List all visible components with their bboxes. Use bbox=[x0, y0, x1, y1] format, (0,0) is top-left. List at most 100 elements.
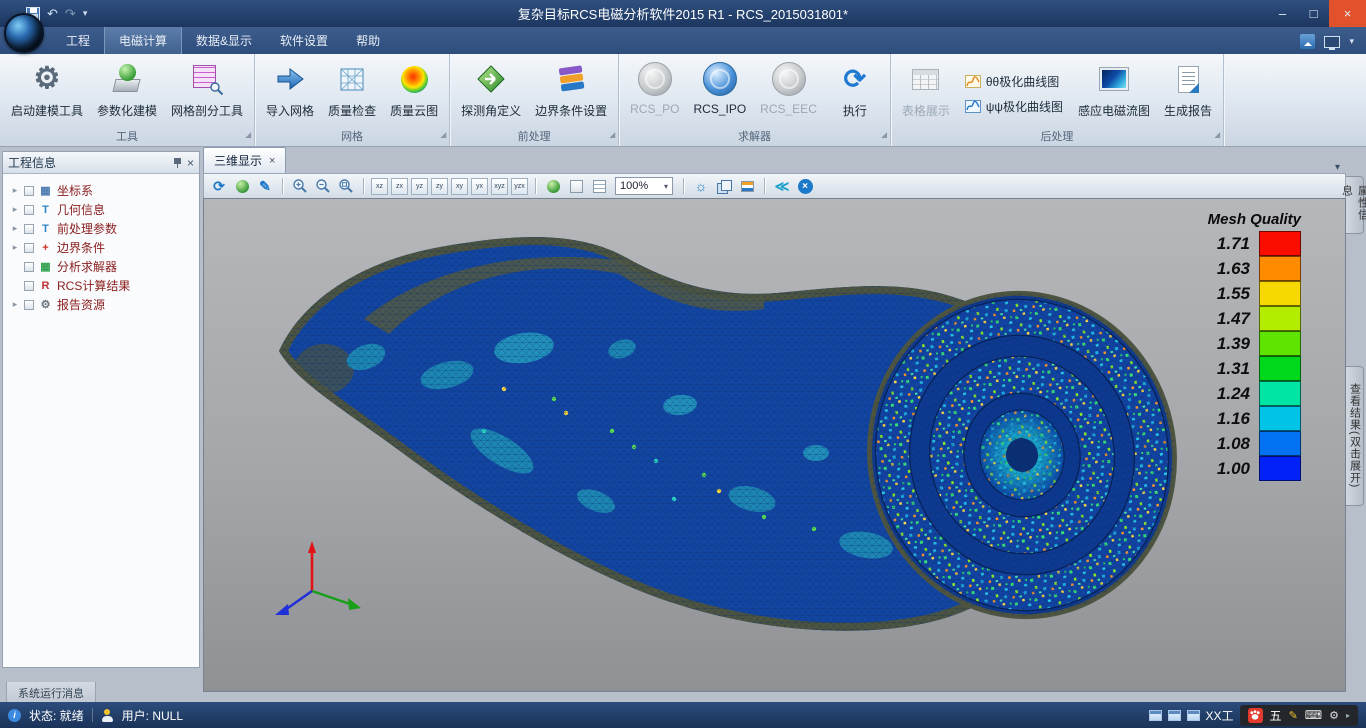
tree-checkbox[interactable] bbox=[24, 205, 34, 215]
chevron-down-icon: ▾ bbox=[664, 182, 668, 191]
expander-icon[interactable]: ▸ bbox=[10, 242, 20, 253]
tree-item-coordinate-system[interactable]: ▸ ▦ 坐标系 bbox=[5, 181, 197, 200]
tab-software-settings[interactable]: 软件设置 bbox=[266, 27, 342, 54]
parametric-modeling-button[interactable]: 参数化建模 bbox=[90, 57, 164, 130]
zoom-window-icon[interactable] bbox=[336, 176, 356, 196]
legend-value: 1.16 bbox=[1217, 409, 1259, 429]
rcs-po-button[interactable]: RCS_PO bbox=[623, 57, 686, 130]
layers-icon[interactable] bbox=[714, 176, 734, 196]
tree-item-rcs-results[interactable]: ▸ R RCS计算结果 bbox=[5, 276, 197, 295]
boundary-condition-button[interactable]: 边界条件设置 bbox=[528, 57, 614, 130]
tab-3d-display[interactable]: 三维显示 × bbox=[203, 147, 286, 173]
tree-item-preprocess-params[interactable]: ▸ T 前处理参数 bbox=[5, 219, 197, 238]
display-icon[interactable] bbox=[1324, 36, 1340, 48]
expander-icon[interactable]: ▸ bbox=[10, 185, 20, 196]
side-tab-view-results[interactable]: 查看结果(双击展开) bbox=[1346, 366, 1364, 506]
detection-angle-button[interactable]: 探测角定义 bbox=[454, 57, 528, 130]
palette-icon[interactable] bbox=[737, 176, 757, 196]
3d-viewport[interactable]: Mesh Quality 1.71 1.63 1.55 1.47 1.39 1.… bbox=[203, 198, 1346, 692]
close-button[interactable]: × bbox=[1329, 0, 1366, 27]
grid-mode-icon[interactable] bbox=[589, 176, 609, 196]
share-icon[interactable]: ≪ bbox=[772, 176, 792, 196]
undo-icon[interactable]: ↶ bbox=[47, 7, 58, 20]
shaded-mode-icon[interactable] bbox=[543, 176, 563, 196]
view-yx-button[interactable]: yx bbox=[471, 178, 488, 195]
rcs-ipo-button[interactable]: RCS_IPO bbox=[686, 57, 753, 130]
mesh-partition-tool-button[interactable]: 网格剖分工具 bbox=[164, 57, 250, 130]
wireframe-mode-icon[interactable] bbox=[566, 176, 586, 196]
tree-item-report-resources[interactable]: ▸ ⚙ 报告资源 bbox=[5, 295, 197, 314]
minimize-button[interactable]: – bbox=[1267, 0, 1298, 27]
tree-checkbox[interactable] bbox=[24, 300, 34, 310]
expander-icon[interactable]: ▸ bbox=[10, 299, 20, 310]
panel-close-icon[interactable]: × bbox=[187, 156, 194, 170]
pencil-icon[interactable]: ✎ bbox=[255, 176, 275, 196]
side-tab-property-info[interactable]: 属性信息 bbox=[1346, 176, 1364, 234]
import-mesh-button[interactable]: 导入网格 bbox=[259, 57, 321, 130]
launch-modeling-tool-button[interactable]: ⚙ 启动建模工具 bbox=[4, 57, 90, 130]
quality-cloud-button[interactable]: 质量云图 bbox=[383, 57, 445, 130]
redo-icon[interactable]: ↷ bbox=[65, 7, 76, 20]
generate-report-button[interactable]: 生成报告 bbox=[1157, 57, 1219, 130]
view-iso2-button[interactable]: yzx bbox=[511, 178, 528, 195]
tree-checkbox[interactable] bbox=[24, 243, 34, 253]
gear-icon[interactable]: ⚙ bbox=[1329, 709, 1339, 722]
dialog-launcher-icon[interactable]: ◢ bbox=[1215, 128, 1220, 143]
dialog-launcher-icon[interactable]: ◢ bbox=[881, 128, 886, 143]
expander-icon[interactable]: ▸ bbox=[10, 204, 20, 215]
ime-expand-icon[interactable]: ▸ bbox=[1346, 711, 1350, 720]
tab-help[interactable]: 帮助 bbox=[342, 27, 394, 54]
tab-close-icon[interactable]: × bbox=[269, 155, 275, 167]
menu-dropdown-icon[interactable]: ▾ bbox=[1349, 36, 1354, 47]
tree-checkbox[interactable] bbox=[24, 186, 34, 196]
maximize-button[interactable]: □ bbox=[1298, 0, 1329, 27]
collapse-ribbon-icon[interactable] bbox=[1300, 34, 1315, 49]
expander-icon[interactable]: ▸ bbox=[10, 223, 20, 234]
orbit-icon[interactable]: ⟳ bbox=[209, 176, 229, 196]
zoom-level-select[interactable]: 100% ▾ bbox=[615, 177, 673, 195]
dialog-launcher-icon[interactable]: ◢ bbox=[246, 128, 251, 143]
keyboard-icon[interactable]: ⌨ bbox=[1305, 708, 1322, 722]
clear-view-icon[interactable]: × bbox=[795, 176, 815, 196]
view-iso1-button[interactable]: xyz bbox=[491, 178, 508, 195]
tree-item-analysis-solver[interactable]: ▸ ▦ 分析求解器 bbox=[5, 257, 197, 276]
pen-icon[interactable]: ✎ bbox=[1289, 709, 1298, 722]
view-xz-button[interactable]: xz bbox=[371, 178, 388, 195]
window-thumb-icon[interactable] bbox=[1168, 710, 1181, 721]
ime-mode-label[interactable]: 五 bbox=[1270, 707, 1282, 724]
theta-polarization-curve-button[interactable]: θθ极化曲线图 bbox=[965, 73, 1063, 90]
zoom-out-icon[interactable] bbox=[313, 176, 333, 196]
dialog-launcher-icon[interactable]: ◢ bbox=[610, 128, 615, 143]
window-thumb-icon[interactable] bbox=[1187, 710, 1200, 721]
view-yz-button[interactable]: yz bbox=[411, 178, 428, 195]
pin-icon[interactable] bbox=[173, 157, 182, 168]
induced-current-map-button[interactable]: 感应电磁流图 bbox=[1071, 57, 1157, 130]
psi-polarization-curve-button[interactable]: ψψ极化曲线图 bbox=[965, 98, 1063, 115]
pan-sphere-icon[interactable] bbox=[232, 176, 252, 196]
view-zx-button[interactable]: zx bbox=[391, 178, 408, 195]
tab-data-display[interactable]: 数据&显示 bbox=[182, 27, 266, 54]
tab-em-computation[interactable]: 电磁计算 bbox=[104, 26, 182, 54]
tab-project[interactable]: 工程 bbox=[52, 27, 104, 54]
group-label: 工具 bbox=[116, 131, 138, 143]
view-zy-button[interactable]: zy bbox=[431, 178, 448, 195]
tab-list-dropdown-icon[interactable]: ▾ bbox=[1335, 162, 1346, 173]
light-icon[interactable]: ☼ bbox=[691, 176, 711, 196]
view-xy-button[interactable]: xy bbox=[451, 178, 468, 195]
tree-item-boundary-conditions[interactable]: ▸ + 边界条件 bbox=[5, 238, 197, 257]
zoom-in-icon[interactable] bbox=[290, 176, 310, 196]
legend-title: Mesh Quality bbox=[1208, 211, 1301, 228]
tree-checkbox[interactable] bbox=[24, 224, 34, 234]
table-display-button[interactable]: 表格展示 bbox=[895, 57, 957, 130]
ime-logo-icon[interactable] bbox=[1248, 708, 1263, 723]
window-thumb-icon[interactable] bbox=[1149, 710, 1162, 721]
tree-checkbox[interactable] bbox=[24, 281, 34, 291]
tree-checkbox[interactable] bbox=[24, 262, 34, 272]
tree-item-geometry-info[interactable]: ▸ T 几何信息 bbox=[5, 200, 197, 219]
app-logo[interactable] bbox=[4, 13, 44, 53]
quality-check-button[interactable]: 质量检查 bbox=[321, 57, 383, 130]
rcs-eec-button[interactable]: RCS_EEC bbox=[753, 57, 824, 130]
qat-dropdown-icon[interactable]: ▾ bbox=[83, 9, 88, 18]
dialog-launcher-icon[interactable]: ◢ bbox=[441, 128, 446, 143]
execute-button[interactable]: ⟳ 执行 bbox=[824, 57, 886, 130]
